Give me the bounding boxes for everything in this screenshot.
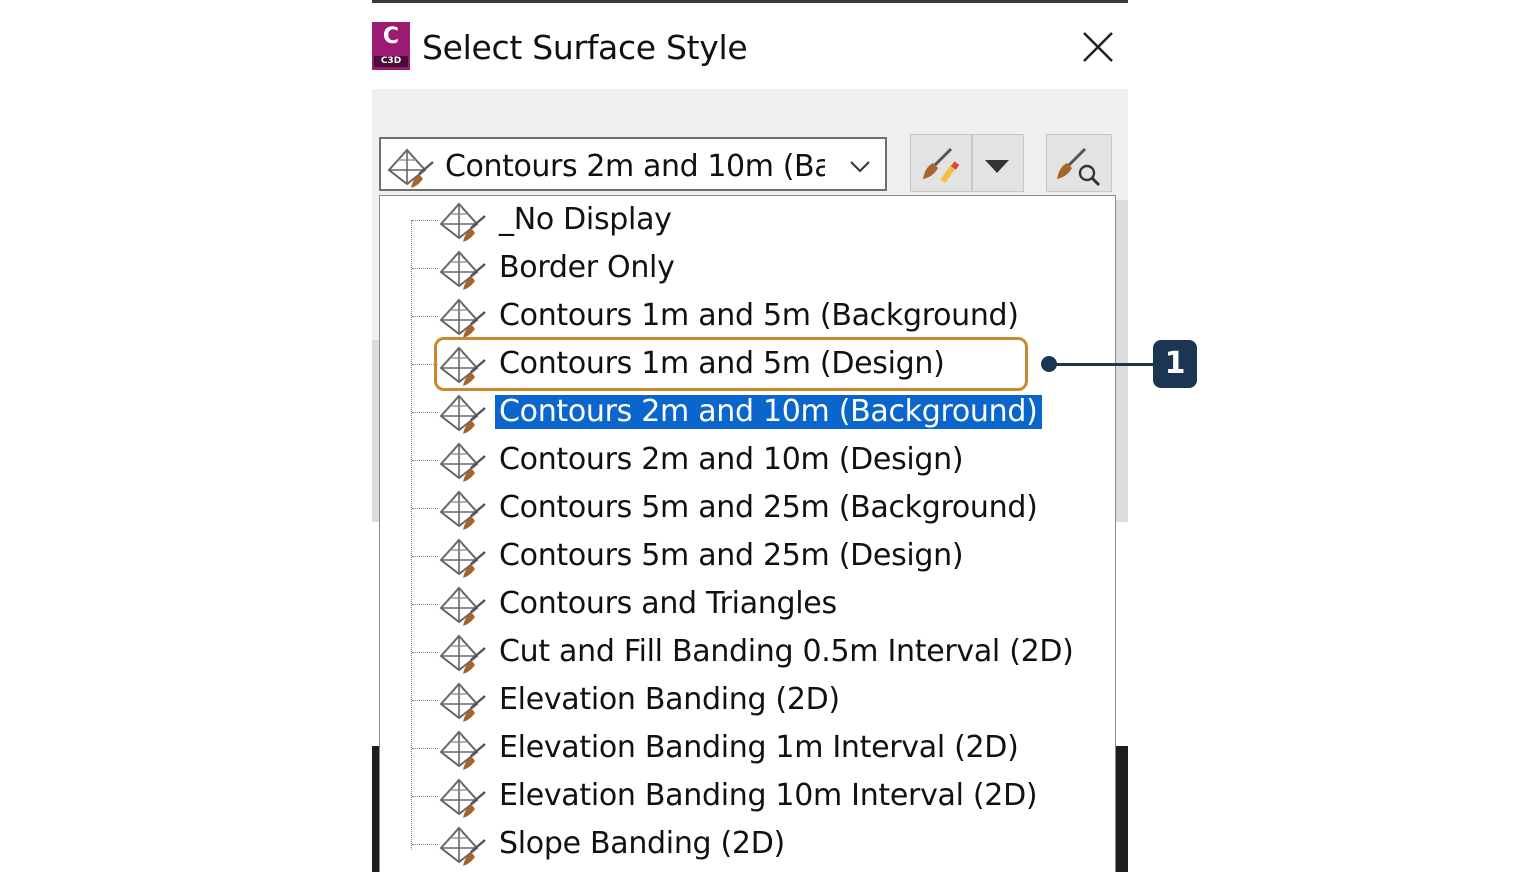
tree-connector — [412, 844, 438, 845]
surface-style-icon — [439, 490, 487, 532]
list-item-label: _No Display — [499, 202, 672, 237]
list-item[interactable]: Contours 1m and 5m (Background) — [380, 292, 1115, 340]
list-item-label: Elevation Banding (2D) — [499, 682, 840, 717]
list-item-label: Contours 2m and 10m (Design) — [499, 442, 964, 477]
surface-style-combobox[interactable]: Contours 2m and 10m (Background) — [379, 137, 887, 191]
list-item-label: Slope Banding (2D) — [499, 826, 785, 861]
surface-style-icon — [439, 394, 487, 436]
list-item[interactable]: _No Display — [380, 196, 1115, 244]
tree-connector — [412, 796, 438, 797]
surface-style-icon — [439, 682, 487, 724]
surface-style-icon — [439, 586, 487, 628]
tree-connector — [412, 748, 438, 749]
surface-style-icon — [439, 778, 487, 820]
callout-number-badge: 1 — [1153, 340, 1197, 388]
surface-style-icon — [439, 826, 487, 868]
bg-panel-right-lower — [1116, 522, 1128, 750]
tree-connector — [412, 316, 438, 317]
surface-style-icon — [439, 634, 487, 676]
dropdown-arrow-icon — [985, 160, 1009, 173]
list-item[interactable]: Contours 2m and 10m (Design) — [380, 436, 1115, 484]
list-item[interactable]: Elevation Banding 10m Interval (2D) — [380, 772, 1115, 820]
list-item-label: Contours 5m and 25m (Design) — [499, 538, 964, 573]
tree-connector — [412, 652, 438, 653]
list-item[interactable]: Contours and Triangles — [380, 580, 1115, 628]
list-item[interactable]: Elevation Banding 1m Interval (2D) — [380, 724, 1115, 772]
surface-style-icon — [439, 250, 487, 292]
tree-connector — [412, 556, 438, 557]
tree-connector — [412, 220, 438, 221]
list-item-label: Border Only — [499, 250, 675, 285]
app-icon-sub: C3D — [374, 56, 408, 67]
browse-style-button[interactable] — [1046, 134, 1112, 192]
chevron-down-icon[interactable] — [847, 153, 873, 179]
list-item-label: Contours 5m and 25m (Background) — [499, 490, 1038, 525]
edit-style-icon — [923, 147, 960, 184]
surface-style-icon — [439, 730, 487, 772]
tree-connector — [412, 364, 438, 365]
list-item[interactable]: Elevation Banding (2D) — [380, 676, 1115, 724]
app-icon-letter: C — [382, 24, 400, 49]
surface-style-icon — [439, 298, 487, 340]
surface-style-icon — [439, 442, 487, 484]
list-item[interactable]: Contours 5m and 25m (Design) — [380, 532, 1115, 580]
surface-style-icon — [387, 148, 435, 190]
combo-selected-value: Contours 2m and 10m (Background) — [445, 149, 825, 184]
style-dropdown-list[interactable]: _No Display Border Only Contours 1m and 5m… — [379, 195, 1116, 872]
tree-connector — [412, 508, 438, 509]
list-item-label: Elevation Banding 1m Interval (2D) — [499, 730, 1019, 765]
list-item[interactable]: Border Only — [380, 244, 1115, 292]
tree-connector — [412, 412, 438, 413]
civil3d-app-icon: C C3D — [372, 22, 410, 70]
tree-connector — [412, 604, 438, 605]
list-item[interactable]: Contours 5m and 25m (Background) — [380, 484, 1115, 532]
list-item-label: Elevation Banding 10m Interval (2D) — [499, 778, 1038, 813]
list-item-label: Contours 2m and 10m (Background) — [495, 395, 1042, 429]
list-item[interactable]: Slope Banding (2D) — [380, 820, 1115, 868]
select-surface-style-dialog: C C3D Select Surface Style Contours 2m a… — [372, 0, 1128, 872]
close-icon[interactable] — [1078, 27, 1118, 67]
list-item[interactable]: Cut and Fill Banding 0.5m Interval (2D) — [380, 628, 1115, 676]
list-item-label: Contours 1m and 5m (Background) — [499, 298, 1019, 333]
list-item[interactable]: Contours 1m and 5m (Design) — [380, 340, 1115, 388]
style-menu-dropdown[interactable] — [972, 134, 1024, 192]
tree-connector — [412, 700, 438, 701]
surface-style-icon — [439, 538, 487, 580]
list-item-label: Contours 1m and 5m (Design) — [499, 346, 945, 381]
list-item-label: Cut and Fill Banding 0.5m Interval (2D) — [499, 634, 1074, 669]
tree-connector — [412, 268, 438, 269]
edit-style-button[interactable] — [910, 134, 972, 192]
tree-connector — [412, 460, 438, 461]
callout-line — [1049, 363, 1153, 366]
title-bar: C C3D Select Surface Style — [372, 3, 1128, 89]
bg-dark-right — [1116, 746, 1128, 872]
surface-style-icon — [439, 346, 487, 388]
surface-style-icon — [439, 202, 487, 244]
browse-style-icon — [1057, 147, 1101, 187]
dialog-title: Select Surface Style — [422, 28, 748, 67]
list-item[interactable]: Contours 2m and 10m (Background) — [380, 388, 1115, 436]
list-item-label: Contours and Triangles — [499, 586, 837, 621]
